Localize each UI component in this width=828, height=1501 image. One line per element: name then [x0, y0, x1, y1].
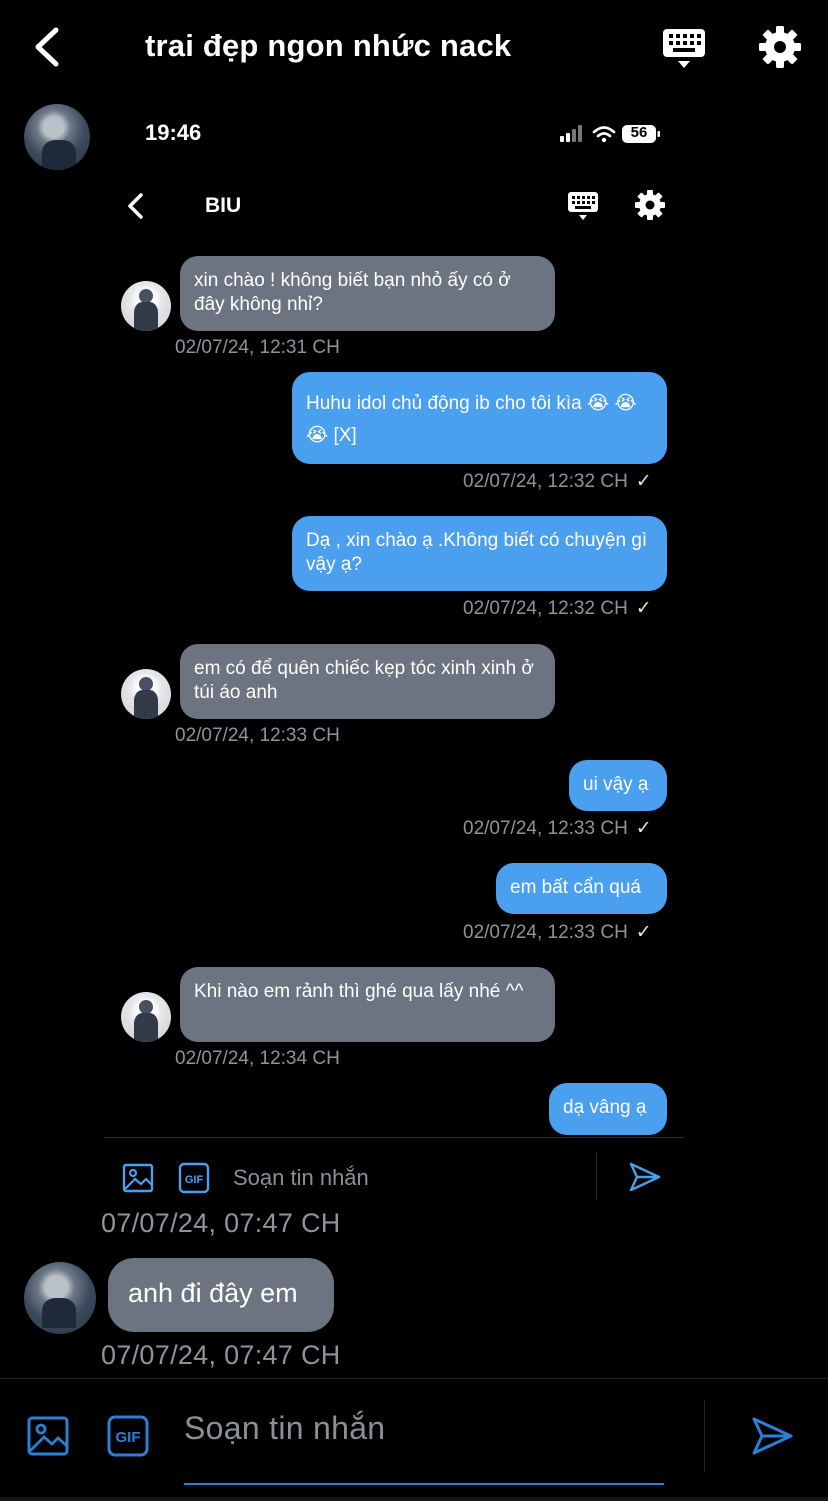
read-check-icon: ✓	[635, 818, 652, 839]
message-bubble[interactable]: anh đi đây em	[108, 1258, 334, 1332]
app-header: trai đẹp ngon nhức nack	[0, 0, 828, 95]
read-check-icon: ✓	[635, 922, 652, 943]
inner-keyboard-icon	[568, 192, 598, 220]
inner-message-timestamp: 02/07/24, 12:33 CH ✓	[463, 818, 652, 839]
screenshot-message-timestamp: 07/07/24, 07:47 CH	[101, 1208, 341, 1238]
gear-icon[interactable]	[758, 25, 802, 69]
inner-avatar	[121, 669, 171, 719]
gif-icon[interactable]: GIF	[106, 1414, 150, 1458]
inner-composer-separator	[596, 1152, 597, 1200]
inner-gear-icon	[635, 190, 665, 220]
composer-separator	[704, 1400, 705, 1472]
inner-avatar	[121, 281, 171, 331]
inner-message-timestamp: 02/07/24, 12:33 CH	[175, 725, 340, 746]
message-input[interactable]: Soạn tin nhắn	[184, 1410, 664, 1466]
inner-message-bubble: Huhu idol chủ động ib cho tôi kìa 😭 😭 😭 …	[292, 372, 667, 464]
read-check-icon: ✓	[635, 598, 652, 619]
inner-back-arrow-icon	[128, 193, 143, 219]
inner-message-bubble: em có để quên chiếc kẹp tóc xinh xinh ở …	[180, 644, 555, 719]
inner-message-bubble: Khi nào em rảnh thì ghé qua lấy nhé ^^	[180, 967, 555, 1042]
inner-message-timestamp: 02/07/24, 12:32 CH ✓	[463, 471, 652, 492]
inner-message-bubble: dạ vâng ạ	[549, 1083, 667, 1135]
inner-avatar	[121, 992, 171, 1042]
inner-send-icon	[629, 1162, 661, 1192]
contact-avatar[interactable]	[24, 1262, 96, 1334]
inner-composer-divider	[104, 1137, 684, 1138]
inner-message-timestamp: 02/07/24, 12:32 CH ✓	[463, 598, 652, 619]
inner-message-bubble: ui vậy ạ	[569, 760, 667, 811]
inner-message-timestamp: 02/07/24, 12:33 CH ✓	[463, 922, 652, 943]
image-icon[interactable]	[26, 1414, 70, 1458]
composer-divider	[0, 1378, 828, 1379]
inner-gif-label: GIF	[185, 1174, 204, 1186]
read-check-icon: ✓	[635, 471, 652, 492]
contact-avatar[interactable]	[24, 104, 90, 170]
inner-gif-icon: GIF	[178, 1162, 210, 1194]
inner-message-bubble: xin chào ! không biết bạn nhỏ ấy có ở đâ…	[180, 256, 555, 331]
inner-image-icon	[122, 1163, 154, 1193]
wifi-icon	[592, 126, 616, 138]
bottom-edge	[0, 1497, 828, 1501]
signal-icon	[560, 125, 582, 142]
back-arrow-icon[interactable]	[28, 24, 68, 70]
message-timestamp: 07/07/24, 07:47 CH	[101, 1340, 341, 1370]
message-input-underline	[184, 1483, 664, 1485]
inner-message-timestamp: 02/07/24, 12:34 CH	[175, 1048, 340, 1069]
chat-title: trai đẹp ngon nhức nack	[145, 28, 512, 63]
inner-message-bubble: Dạ , xin chào ạ .Không biết có chuyện gì…	[292, 516, 667, 591]
keyboard-icon[interactable]	[660, 26, 708, 72]
inner-message-timestamp: 02/07/24, 12:31 CH	[175, 337, 340, 358]
status-time: 19:46	[145, 120, 202, 145]
send-icon[interactable]	[750, 1414, 794, 1458]
gif-label: GIF	[116, 1429, 141, 1446]
battery-level: 56	[630, 124, 648, 141]
inner-chat-title: BIU	[205, 194, 242, 217]
inner-message-bubble: em bất cẩn quá	[496, 863, 667, 914]
inner-composer-placeholder: Soạn tin nhắn	[233, 1165, 369, 1190]
